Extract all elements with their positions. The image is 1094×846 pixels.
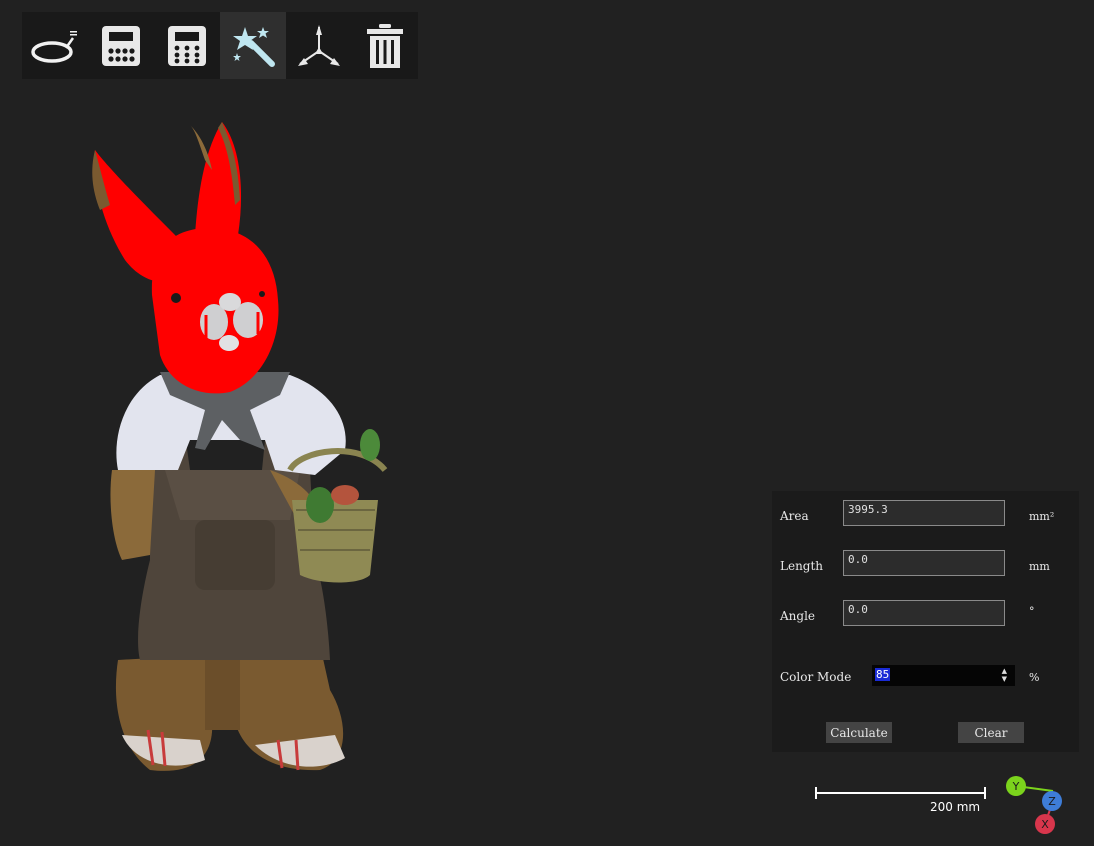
scale-bar bbox=[815, 787, 986, 799]
area-field[interactable]: 3995.3 bbox=[843, 500, 1005, 526]
area-label: Area bbox=[780, 509, 809, 523]
lasso-select-icon bbox=[31, 30, 77, 63]
x-axis-label: X bbox=[1041, 818, 1049, 831]
spinbox-arrows-icon[interactable]: ▲ ▼ bbox=[1002, 667, 1007, 683]
color-mode-spinbox[interactable]: 85 ▲ ▼ bbox=[872, 665, 1015, 686]
clear-button[interactable]: Clear bbox=[958, 722, 1024, 743]
angle-label: Angle bbox=[780, 609, 816, 623]
rabbit-model[interactable] bbox=[0, 79, 420, 779]
3d-viewport[interactable] bbox=[0, 79, 770, 846]
length-label: Length bbox=[780, 559, 824, 573]
scale-label: 200 mm bbox=[930, 800, 981, 814]
axis-triad: Y Z X bbox=[1006, 776, 1062, 834]
delete-tool[interactable] bbox=[352, 12, 418, 79]
y-axis-label: Y bbox=[1012, 780, 1020, 793]
length-field[interactable]: 0.0 bbox=[843, 550, 1005, 576]
area-unit: mm² bbox=[1029, 510, 1055, 523]
angle-field[interactable]: 0.0 bbox=[843, 600, 1005, 626]
lasso-select-tool[interactable] bbox=[22, 12, 88, 79]
calculator-tool[interactable] bbox=[88, 12, 154, 79]
magic-wand-icon bbox=[233, 26, 275, 67]
keypad-icon bbox=[168, 25, 206, 66]
color-mode-label: Color Mode bbox=[780, 670, 852, 684]
toolbar bbox=[22, 12, 418, 79]
measurement-panel: Area 3995.3 mm² Length 0.0 mm Angle 0.0 … bbox=[772, 491, 1079, 752]
magic-wand-tool[interactable] bbox=[220, 12, 286, 79]
angle-unit: ° bbox=[1029, 605, 1035, 618]
axis-tool[interactable] bbox=[286, 12, 352, 79]
keypad-tool[interactable] bbox=[154, 12, 220, 79]
axis-tripod-icon bbox=[298, 24, 340, 66]
z-axis-label: Z bbox=[1048, 795, 1056, 808]
calculate-button[interactable]: Calculate bbox=[826, 722, 892, 743]
color-mode-value: 85 bbox=[875, 668, 891, 681]
calculator-icon bbox=[102, 25, 140, 66]
color-mode-unit: % bbox=[1029, 671, 1040, 684]
length-unit: mm bbox=[1029, 560, 1050, 573]
trash-icon bbox=[367, 23, 403, 68]
